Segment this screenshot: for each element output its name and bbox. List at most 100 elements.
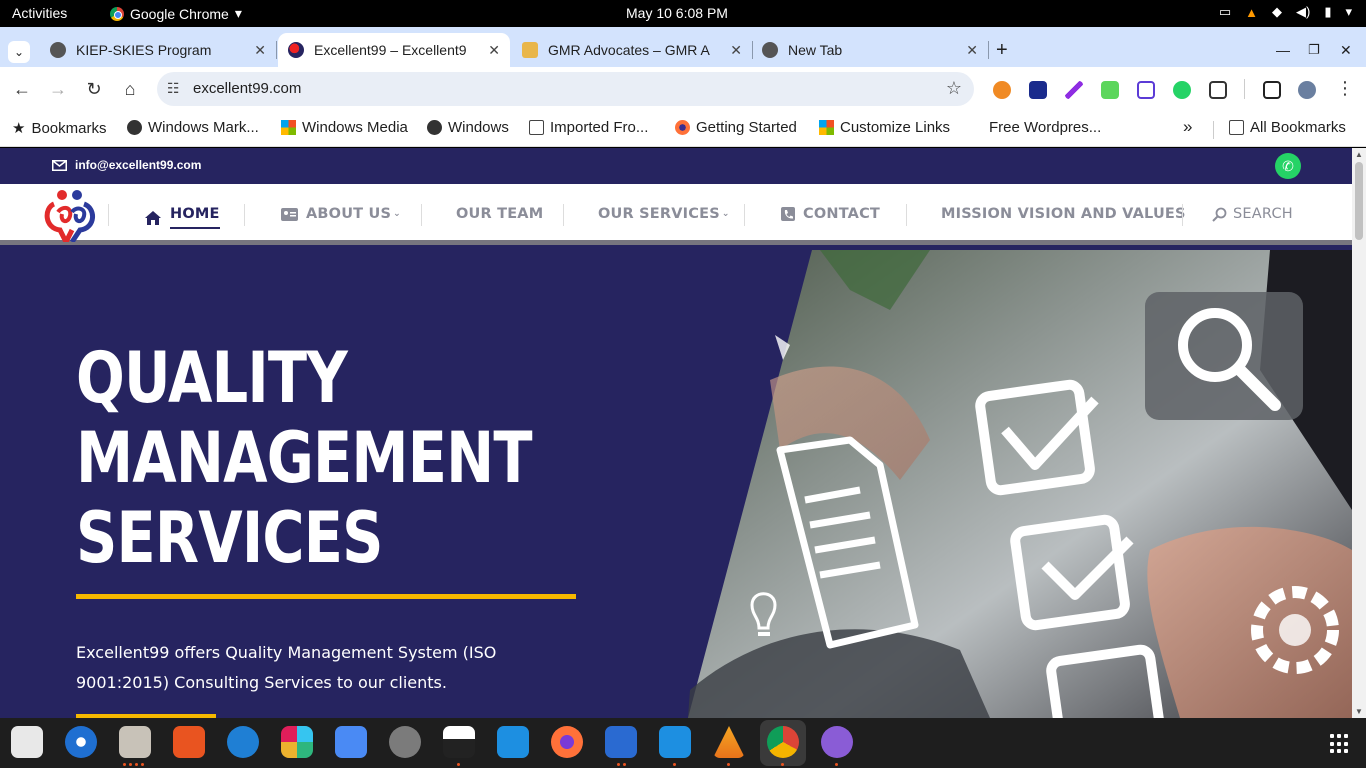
kebab-menu-icon[interactable]: ⋮	[1336, 78, 1354, 99]
nav-divider	[906, 204, 907, 226]
tab-gmr-advocates[interactable]: GMR Advocates – GMR A ✕	[516, 33, 748, 67]
new-tab-button[interactable]: +	[996, 33, 1008, 67]
gmr-favicon-icon	[522, 42, 538, 58]
chrome-icon[interactable]	[767, 726, 799, 758]
vlc-tray-icon[interactable]: ▲	[1245, 5, 1258, 20]
battery-icon[interactable]: ▮	[1324, 4, 1331, 20]
scrollbar-thumb[interactable]	[1355, 162, 1363, 240]
bookmark-item[interactable]: Windows Mark...	[127, 119, 259, 136]
bookmarks-overflow-button[interactable]: »	[1183, 117, 1192, 137]
network-icon[interactable]	[821, 726, 853, 758]
home-button[interactable]: ⌂	[118, 77, 142, 101]
firefox-icon[interactable]	[551, 726, 583, 758]
tab-title: KIEP-SKIES Program	[76, 42, 212, 58]
close-icon[interactable]: ✕	[488, 42, 500, 59]
bookmark-star-icon[interactable]: ☆	[946, 78, 962, 99]
bookmark-item[interactable]: ★ Bookmarks	[12, 119, 106, 138]
nav-our-team[interactable]: OUR TEAM	[456, 206, 543, 222]
thunderbird-icon[interactable]	[65, 726, 97, 758]
bookmark-item[interactable]: Free Wordpres...	[989, 119, 1101, 136]
vscode-alt-icon[interactable]	[659, 726, 691, 758]
excellent99-logo[interactable]	[42, 186, 98, 242]
nav-divider	[108, 204, 109, 226]
text-editor-icon[interactable]	[11, 726, 43, 758]
site-info-icon[interactable]: ☷	[167, 80, 180, 97]
scroll-down-icon[interactable]: ▼	[1355, 707, 1363, 716]
nav-mission-vision-values[interactable]: MISSION VISION AND VALUES	[941, 206, 1186, 222]
volume-icon[interactable]: ◀)	[1296, 4, 1310, 20]
clock[interactable]: May 10 6:08 PM	[626, 5, 728, 21]
nav-our-services[interactable]: OUR SERVICES ⌄	[598, 206, 730, 222]
bookmark-item[interactable]: Windows Media	[281, 119, 408, 136]
excellent99-favicon-icon	[288, 42, 304, 58]
bookmark-item[interactable]: Windows	[427, 119, 509, 136]
all-bookmarks-folder[interactable]: All Bookmarks	[1229, 119, 1346, 136]
nav-contact[interactable]: CONTACT	[781, 206, 880, 222]
close-icon[interactable]: ✕	[730, 42, 742, 59]
slack-icon[interactable]	[281, 726, 313, 758]
extensions-puzzle-icon[interactable]	[1209, 81, 1227, 99]
hero-heading: QUALITY MANAGEMENT SERVICES	[76, 338, 532, 578]
address-bar[interactable]: ☷ excellent99.com ☆	[157, 72, 974, 106]
app-center-icon[interactable]	[173, 726, 205, 758]
forward-button[interactable]: →	[46, 77, 70, 101]
nav-search[interactable]: SEARCH	[1212, 206, 1293, 222]
tab-kiep-skies[interactable]: KIEP-SKIES Program ✕	[44, 33, 272, 67]
power-menu-icon[interactable]: ▾	[1345, 4, 1352, 20]
minimize-icon: —	[1276, 42, 1290, 58]
side-panel-icon[interactable]	[1263, 81, 1281, 99]
close-icon[interactable]: ✕	[254, 42, 266, 59]
extension-eyedropper-icon[interactable]	[1101, 81, 1119, 99]
nav-home[interactable]: HOME	[144, 206, 220, 229]
bookmark-item[interactable]: Customize Links	[819, 119, 950, 136]
site-navigation: HOME ABOUT US ⌄ OUR TEAM OUR SERVICES ⌄ …	[0, 184, 1352, 245]
tab-search-button[interactable]: ⌄	[8, 35, 32, 69]
google-docs-icon[interactable]	[335, 726, 367, 758]
tab-new-tab[interactable]: New Tab ✕	[756, 33, 984, 67]
settings-icon[interactable]	[389, 726, 421, 758]
reload-button[interactable]: ↻	[82, 77, 106, 101]
avatar[interactable]	[1298, 81, 1316, 99]
chrome-icon	[762, 42, 778, 58]
bookmark-folder[interactable]: Imported Fro...	[529, 119, 648, 136]
vlc-icon[interactable]	[713, 726, 745, 758]
app-menu-label: Google Chrome	[130, 5, 229, 22]
activities-button[interactable]: Activities	[12, 5, 67, 21]
app-menu[interactable]: Google Chrome ▾	[110, 5, 242, 22]
extension-whatsapp-icon[interactable]	[1173, 81, 1191, 99]
bookmark-item[interactable]: Getting Started	[675, 119, 797, 136]
nav-divider	[421, 204, 422, 226]
wifi-icon[interactable]: ◆	[1272, 4, 1282, 20]
close-icon[interactable]: ✕	[966, 42, 978, 59]
chevron-down-icon: ⌄	[393, 209, 401, 219]
nav-divider	[244, 204, 245, 226]
inkscape-icon[interactable]	[443, 726, 475, 758]
show-apps-icon[interactable]	[1330, 734, 1350, 754]
whatsapp-icon[interactable]: ✆	[1275, 153, 1301, 179]
document-viewer-icon[interactable]	[605, 726, 637, 758]
vscode-icon[interactable]	[497, 726, 529, 758]
folder-icon	[529, 120, 544, 135]
help-icon[interactable]	[227, 726, 259, 758]
files-icon[interactable]	[119, 726, 151, 758]
bookmarks-divider	[1213, 121, 1214, 139]
extension-record-icon[interactable]	[1137, 81, 1155, 99]
extension-pen-icon[interactable]	[1065, 81, 1083, 99]
tab-excellent99[interactable]: Excellent99 – Excellent9 ✕	[278, 33, 510, 67]
nav-about-us[interactable]: ABOUT US ⌄	[281, 206, 401, 222]
url-text[interactable]: excellent99.com	[193, 80, 301, 97]
email-link[interactable]: info@excellent99.com	[52, 158, 201, 172]
system-tray[interactable]: ▭ ▲ ◆ ◀) ▮ ▾	[1219, 4, 1352, 20]
close-window-button[interactable]: ✕	[1340, 33, 1352, 67]
extension-fox-icon[interactable]	[993, 81, 1011, 99]
restore-button[interactable]: ❐	[1308, 33, 1320, 67]
hero-heading-line: QUALITY	[76, 337, 348, 419]
nav-divider	[744, 204, 745, 226]
page-scrollbar[interactable]: ▲ ▼	[1352, 148, 1366, 718]
minimize-button[interactable]: —	[1276, 33, 1290, 67]
toolbar-divider	[1244, 79, 1245, 99]
extension-checkbox-icon[interactable]	[1029, 81, 1047, 99]
back-button[interactable]: ←	[10, 77, 34, 101]
scroll-up-icon[interactable]: ▲	[1355, 150, 1363, 159]
screen-icon[interactable]: ▭	[1219, 4, 1231, 20]
